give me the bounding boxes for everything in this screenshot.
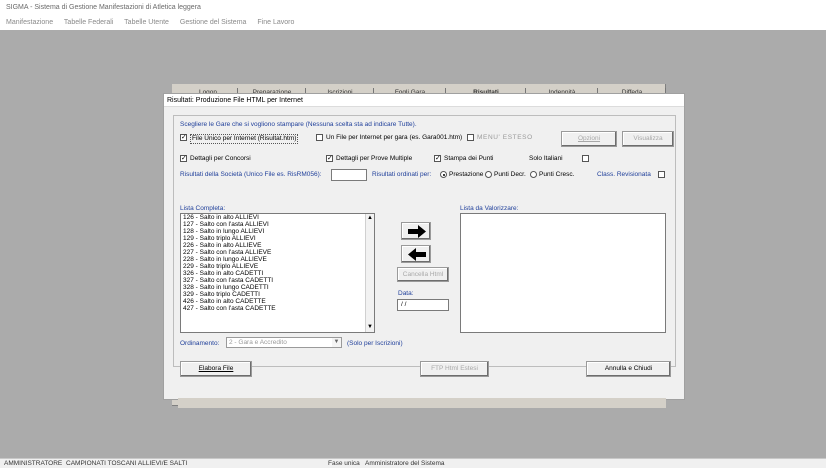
ordinamento-value: 2 - Gara e Accredito — [229, 339, 287, 346]
list-item[interactable]: 128 - Salto in lungo ALLIEVI — [181, 228, 374, 235]
annulla-chiudi-button[interactable]: Annulla e Chiudi — [586, 361, 671, 377]
status-role: Amministratore del Sistema — [365, 460, 445, 467]
data-label: Data: — [398, 290, 414, 297]
cancella-html-button[interactable]: Cancella Html — [397, 267, 449, 282]
file-unico-checkbox[interactable]: ✓ — [180, 134, 187, 141]
ordinati-label: Risultati ordinati per: — [372, 171, 432, 178]
scroll-up-icon[interactable]: ▲ — [366, 214, 374, 223]
list-item[interactable]: 226 - Salto in alto ALLIEVE — [181, 242, 374, 249]
solo-italiani-label: Solo Italiani — [529, 155, 563, 162]
scroll-down-icon[interactable]: ▼ — [366, 323, 374, 332]
class-revisionata-checkbox[interactable] — [658, 171, 665, 178]
ordina-punti-decr-label: Punti Decr. — [494, 171, 526, 178]
class-revisionata-label: Class. Revisionata — [597, 171, 651, 178]
chevron-down-icon[interactable]: ▼ — [332, 338, 341, 347]
data-input[interactable]: / / — [397, 299, 449, 311]
ordina-punti-cresc-label: Punti Cresc. — [539, 171, 575, 178]
remove-item-button[interactable] — [401, 245, 431, 263]
menu-esteso-label: MENU' ESTESO — [477, 134, 533, 141]
ordinamento-label: Ordinamento: — [180, 340, 220, 347]
list-item[interactable]: 326 - Salto in alto CADETTI — [181, 270, 374, 277]
dettagli-prove-checkbox[interactable]: ✓ — [326, 155, 333, 162]
file-unico-label: File Unico per Internet (Risultat.htm) — [190, 134, 299, 144]
list-item[interactable]: 426 - Salto in alto CADETTE — [181, 298, 374, 305]
opzioni-button[interactable]: Opzioni — [561, 131, 617, 147]
ordina-prestazione-radio[interactable] — [440, 171, 447, 178]
list-item[interactable]: 126 - Salto in alto ALLIEVI — [181, 214, 374, 221]
lista-valorizzare-label: Lista da Valorizzare: — [460, 205, 519, 212]
elabora-file-button[interactable]: Elabora File — [180, 361, 252, 377]
status-phase: Fase unica — [328, 460, 360, 467]
list-item[interactable]: 129 - Salto triplo ALLIEVI — [181, 235, 374, 242]
list-item[interactable]: 228 - Salto in lungo ALLIEVE — [181, 256, 374, 263]
background-window-bottom — [178, 398, 666, 408]
societa-label: Risultati della Società (Unico File es. … — [180, 171, 322, 178]
menu-tabelle-utente[interactable]: Tabelle Utente — [124, 19, 169, 26]
menu-tabelle-federali[interactable]: Tabelle Federali — [64, 19, 113, 26]
lista-completa-label: Lista Completa: — [180, 205, 226, 212]
dettagli-prove-label: Dettagli per Prove Multiple — [336, 155, 413, 162]
menu-gestione-sistema[interactable]: Gestione del Sistema — [180, 19, 247, 26]
lista-completa-scrollbar[interactable]: ▲ ▼ — [365, 214, 374, 332]
arrow-right-icon — [408, 225, 426, 238]
ordina-prestazione-label: Prestazione — [449, 171, 484, 178]
dialog-title: Risultati: Produzione File HTML per Inte… — [164, 94, 684, 107]
list-item[interactable]: 427 - Salto con l'asta CADETTE — [181, 305, 374, 312]
solo-italiani-checkbox[interactable] — [582, 155, 589, 162]
html-export-dialog: Risultati: Produzione File HTML per Inte… — [163, 93, 685, 400]
stampa-punti-checkbox[interactable]: ✓ — [434, 155, 441, 162]
list-item[interactable]: 227 - Salto con l'asta ALLIEVE — [181, 249, 374, 256]
arrow-left-icon — [408, 248, 426, 261]
menu-fine-lavoro[interactable]: Fine Lavoro — [257, 19, 294, 26]
menu-manifestazione[interactable]: Manifestazione — [6, 19, 53, 26]
list-item[interactable]: 327 - Salto con l'asta CADETTI — [181, 277, 374, 284]
menu-esteso-checkbox[interactable] — [467, 134, 474, 141]
status-bar: AMMINISTRATORE CAMPIONATI TOSCANI ALLIEV… — [0, 458, 826, 468]
list-item[interactable]: 127 - Salto con l'asta ALLIEVI — [181, 221, 374, 228]
ordina-punti-cresc-radio[interactable] — [530, 171, 537, 178]
ordinamento-select[interactable]: 2 - Gara e Accredito ▼ — [226, 337, 342, 348]
status-user: AMMINISTRATORE — [4, 460, 63, 467]
window-title: SIGMA - Sistema di Gestione Manifestazio… — [0, 0, 826, 14]
status-event: CAMPIONATI TOSCANI ALLIEVI/E SALTI — [66, 460, 188, 467]
list-item[interactable]: 229 - Salto triplo ALLIEVE — [181, 263, 374, 270]
list-item[interactable]: 328 - Salto in lungo CADETTI — [181, 284, 374, 291]
elabora-file-label: Elabora File — [198, 365, 234, 372]
ordina-punti-decr-radio[interactable] — [485, 171, 492, 178]
ordinamento-note: (Solo per Iscrizioni) — [347, 340, 403, 347]
dettagli-concorsi-checkbox[interactable]: ✓ — [180, 155, 187, 162]
un-file-checkbox[interactable] — [316, 134, 323, 141]
opzioni-label: Opzioni — [577, 135, 601, 142]
stampa-punti-label: Stampa dei Punti — [444, 155, 494, 162]
add-item-button[interactable] — [401, 222, 431, 240]
ftp-html-button[interactable]: FTP Html Estesi — [420, 361, 489, 377]
dettagli-concorsi-label: Dettagli per Concorsi — [190, 155, 251, 162]
societa-input[interactable] — [331, 169, 367, 181]
instruction-text: Scegliere le Gare che si vogliono stampa… — [180, 121, 417, 128]
visualizza-button[interactable]: Visualizza — [622, 131, 674, 147]
lista-valorizzare-listbox[interactable] — [460, 213, 666, 333]
menu-bar: Manifestazione Tabelle Federali Tabelle … — [0, 16, 826, 30]
un-file-label: Un File per Internet per gara (es. Gara0… — [326, 134, 463, 141]
list-item[interactable]: 329 - Salto triplo CADETTI — [181, 291, 374, 298]
lista-completa-listbox[interactable]: 126 - Salto in alto ALLIEVI 127 - Salto … — [180, 213, 375, 333]
